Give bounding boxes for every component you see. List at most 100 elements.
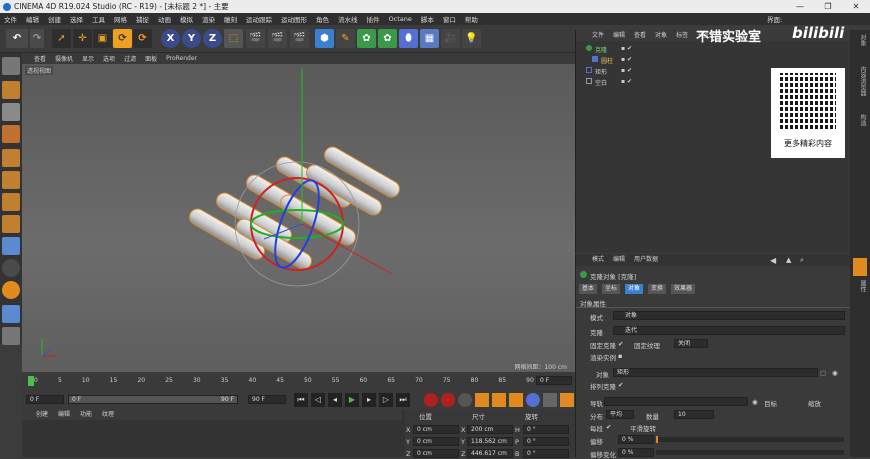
material-menu-create[interactable]: 创建 — [36, 410, 48, 420]
redo-icon[interactable]: ↷ — [30, 29, 44, 48]
search-icon[interactable]: ⌕ — [800, 256, 804, 265]
y-axis-button[interactable]: Y — [182, 29, 201, 48]
mode-select[interactable]: 对象 — [613, 311, 845, 320]
side-tab-content-browser[interactable]: 内容浏览器 — [853, 66, 867, 96]
pla-key-icon[interactable] — [543, 393, 557, 407]
x-axis-button[interactable]: X — [161, 29, 180, 48]
polygons-mode-icon[interactable] — [2, 193, 20, 211]
timeline[interactable]: 0 5 10 15 20 25 30 35 40 45 50 55 60 65 … — [22, 374, 575, 388]
menu-sculpt[interactable]: 雕刻 — [224, 14, 237, 24]
autokey-icon[interactable] — [441, 393, 455, 407]
tree-item-cylinder[interactable]: 圆柱 ▪ ✔ — [579, 56, 849, 66]
attr-menu-mode[interactable]: 模式 — [592, 254, 604, 266]
menu-simulate[interactable]: 模拟 — [180, 14, 193, 24]
menu-script[interactable]: 脚本 — [421, 14, 434, 24]
workplane-icon[interactable] — [2, 125, 20, 143]
next-key-icon[interactable]: ▷ — [379, 393, 393, 407]
tab-coord[interactable]: 坐标 — [602, 284, 621, 294]
floor-icon[interactable]: ▦ — [420, 29, 439, 48]
guide-field[interactable] — [604, 397, 748, 406]
visibility-toggle[interactable]: ▪ ✔ — [621, 56, 632, 63]
visibility-toggle[interactable]: ▪ ✔ — [621, 78, 632, 85]
menu-render[interactable]: 渲染 — [202, 14, 215, 24]
om-menu-file[interactable]: 文件 — [592, 30, 604, 41]
viewport-menu-view[interactable]: 查看 — [34, 54, 46, 63]
rotation-p-field[interactable]: 0 ° — [523, 437, 569, 446]
render-view-icon[interactable]: 🎬 — [246, 29, 265, 48]
link-pick-icon[interactable]: ◉ — [832, 369, 838, 377]
viewport-menu-panel[interactable]: 面板 — [145, 54, 157, 63]
sort-clones-checkbox[interactable]: ✔ — [618, 381, 623, 389]
axis-mode-icon[interactable] — [2, 215, 20, 233]
deformer-icon[interactable]: ⬮ — [399, 29, 418, 48]
menu-snap[interactable]: 捕捉 — [136, 14, 149, 24]
cube-icon[interactable]: ⬢ — [315, 29, 334, 48]
rotate-icon[interactable]: ⟳ — [113, 29, 132, 48]
menu-edit[interactable]: 编辑 — [26, 14, 39, 24]
select-arrow-icon[interactable]: ➚ — [52, 29, 71, 48]
points-mode-icon[interactable] — [2, 149, 20, 167]
scale-icon[interactable]: ▣ — [93, 29, 112, 48]
nav-back-icon[interactable]: ◀ — [770, 256, 776, 265]
nav-up-icon[interactable]: ▲ — [786, 256, 791, 264]
render-instances-checkbox[interactable]: ▪ — [618, 352, 622, 360]
attr-menu-userdata[interactable]: 用户数据 — [634, 254, 658, 266]
menu-tools[interactable]: 工具 — [92, 14, 105, 24]
menu-animate[interactable]: 动画 — [158, 14, 171, 24]
visibility-toggle[interactable]: ▪ ✔ — [621, 45, 632, 52]
start-frame-field[interactable]: 0 F — [26, 395, 64, 404]
offset-slider[interactable] — [656, 437, 844, 442]
cloner-icon[interactable]: ✿ — [378, 29, 397, 48]
rotate-key-icon[interactable] — [509, 393, 523, 407]
material-menu-texture[interactable]: 纹理 — [102, 410, 114, 420]
clone-select[interactable]: 迭代 — [613, 326, 845, 335]
maximize-button[interactable]: ❐ — [814, 0, 842, 13]
rotation-h-field[interactable]: 0 ° — [523, 425, 569, 434]
side-tab-layers[interactable] — [853, 258, 867, 276]
om-menu-tags[interactable]: 标签 — [676, 30, 688, 41]
link-select-icon[interactable]: ▢ — [820, 369, 826, 377]
position-x-field[interactable]: 0 cm — [413, 425, 459, 434]
menu-octane[interactable]: Octane — [389, 15, 412, 23]
z-axis-button[interactable]: Z — [203, 29, 222, 48]
texture-mode-icon[interactable] — [2, 103, 20, 121]
object-link-field[interactable]: 矩形 — [613, 368, 818, 377]
tab-object[interactable]: 对象 — [625, 284, 644, 294]
light-icon[interactable]: 💡 — [462, 29, 481, 48]
record-active-icon[interactable] — [424, 393, 438, 407]
timeline-window-icon[interactable] — [560, 393, 574, 407]
count-field[interactable]: 10 — [674, 410, 714, 419]
frame-range-slider[interactable]: 0 F 90 F — [68, 395, 238, 404]
fix-clone-checkbox[interactable]: ✔ — [618, 340, 623, 348]
menu-select[interactable]: 选择 — [70, 14, 83, 24]
prev-key-icon[interactable]: ◁ — [311, 393, 325, 407]
move-key-icon[interactable] — [475, 393, 489, 407]
tree-item-cloner[interactable]: 克隆 ▪ ✔ — [579, 45, 849, 55]
side-tab-attributes[interactable]: 属性 — [853, 280, 867, 292]
visibility-toggle[interactable]: ▪ ✔ — [621, 67, 632, 74]
menu-character[interactable]: 角色 — [316, 14, 329, 24]
end-frame-field[interactable]: 90 F — [248, 395, 286, 404]
side-tab-structure[interactable]: 构造 — [853, 114, 867, 126]
param-key-icon[interactable] — [526, 393, 540, 407]
recent-tools-icon[interactable]: ⟳ — [133, 29, 152, 48]
om-menu-object[interactable]: 对象 — [655, 30, 667, 41]
model-mode-icon[interactable] — [2, 81, 20, 99]
tweak-mode-icon[interactable] — [2, 237, 20, 255]
distribution-select[interactable]: 平均 — [606, 410, 634, 419]
offset-field[interactable]: 0 % — [618, 435, 654, 444]
keyframe-selection-icon[interactable] — [458, 393, 472, 407]
grid-icon[interactable] — [2, 327, 20, 345]
scale-key-icon[interactable] — [492, 393, 506, 407]
edges-mode-icon[interactable] — [2, 171, 20, 189]
move-icon[interactable]: ✛ — [73, 29, 92, 48]
close-button[interactable]: ✕ — [842, 0, 870, 13]
fix-texture-select[interactable]: 关闭 — [674, 339, 708, 348]
pen-spline-icon[interactable]: ✎ — [336, 29, 355, 48]
menu-motion-tracking[interactable]: 运动跟踪 — [246, 14, 272, 24]
viewport-menu-prorender[interactable]: ProRender — [166, 55, 197, 62]
camera-icon[interactable]: 🎥 — [441, 29, 460, 48]
material-menu-function[interactable]: 功能 — [80, 410, 92, 420]
make-editable-icon[interactable] — [2, 57, 20, 75]
menu-window[interactable]: 窗口 — [443, 14, 456, 24]
